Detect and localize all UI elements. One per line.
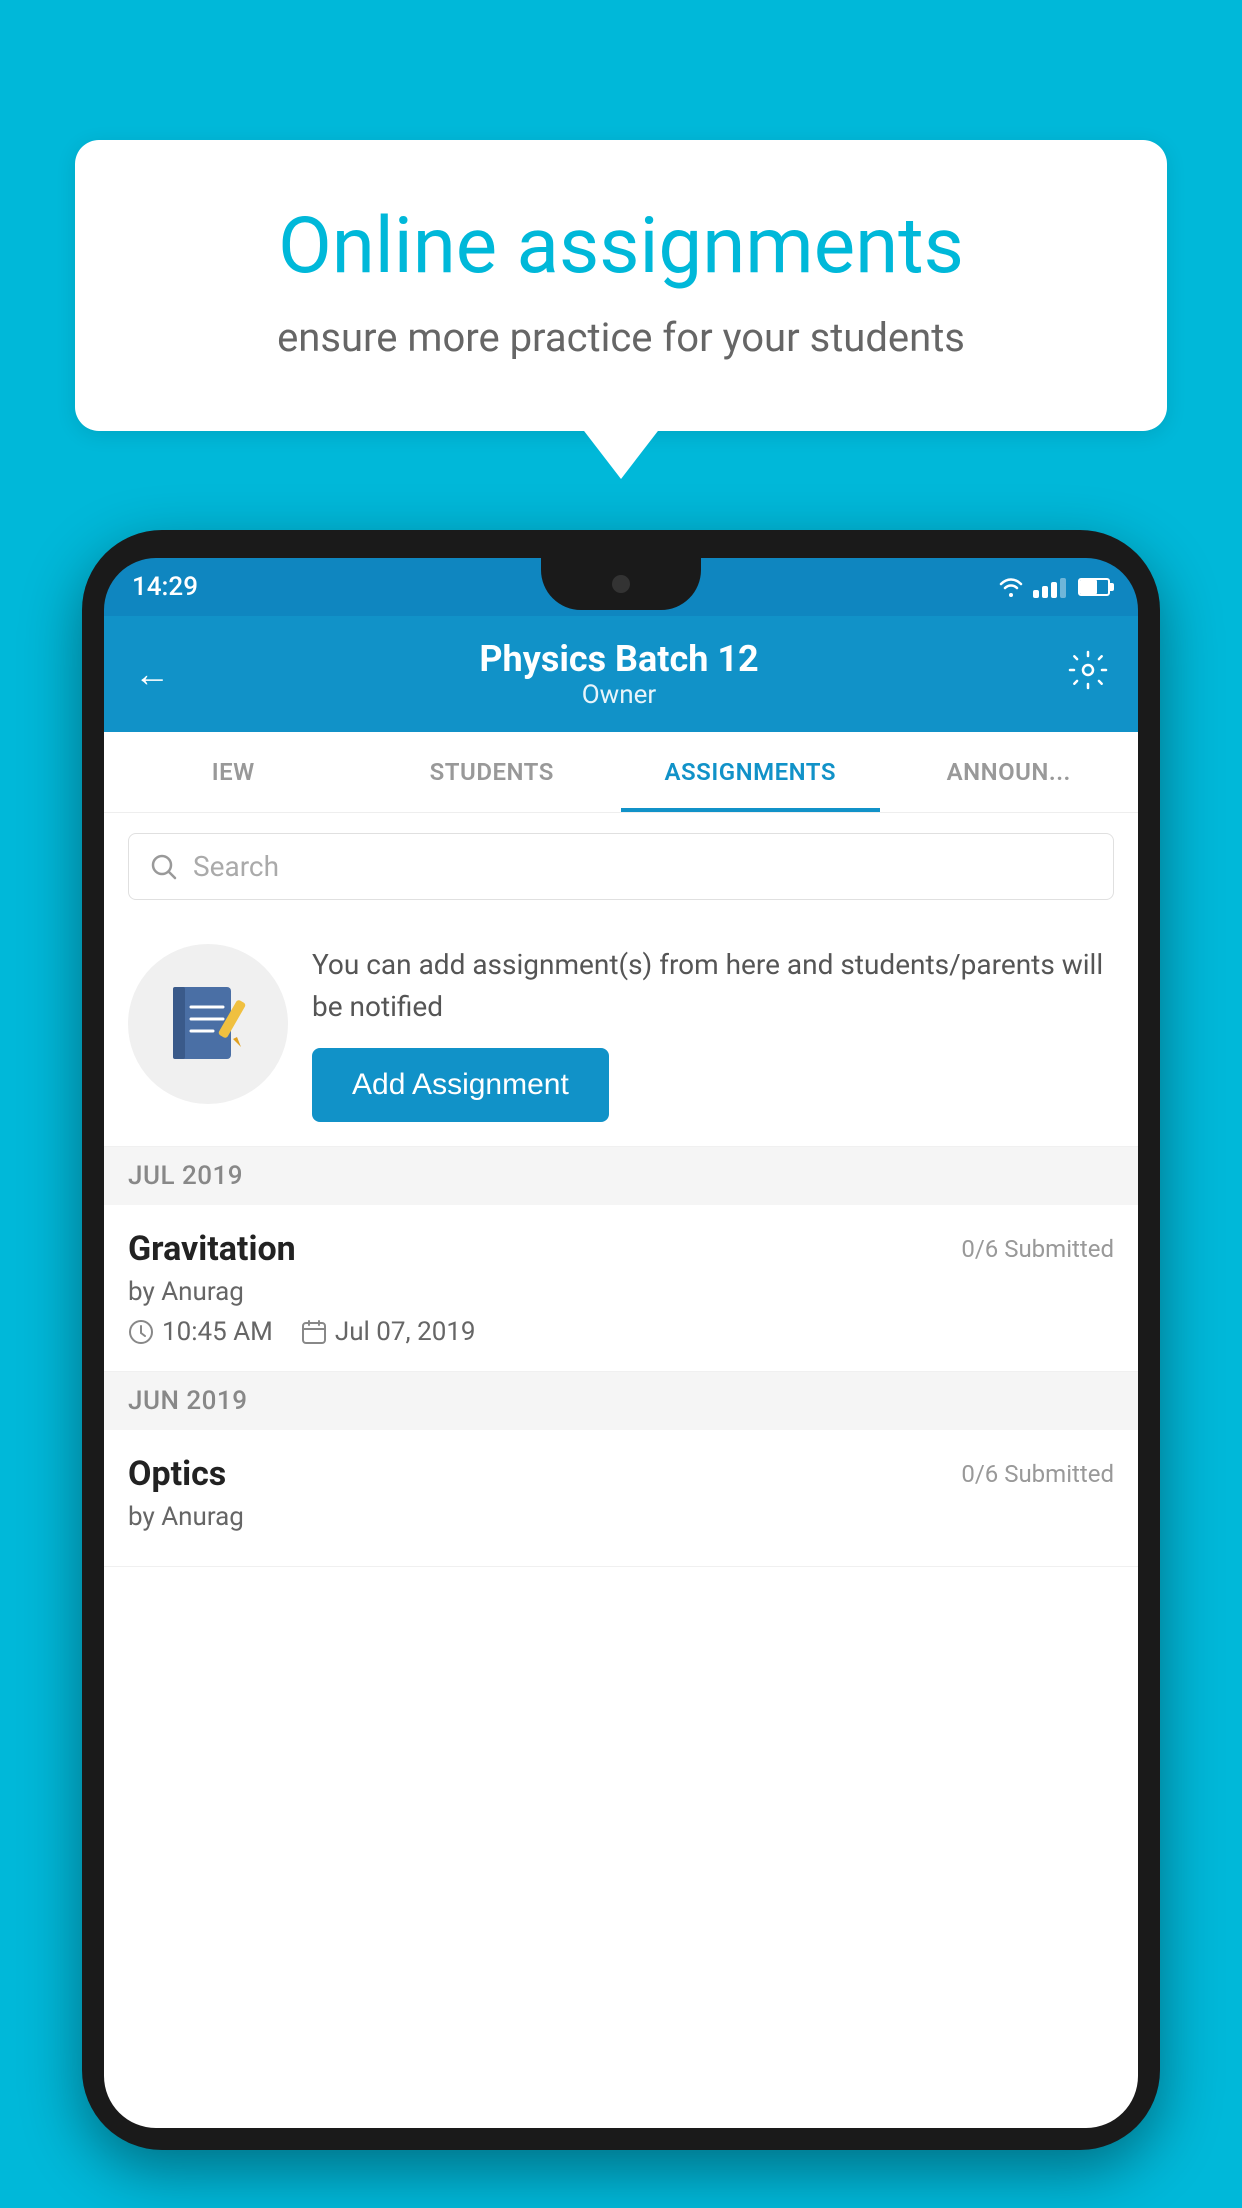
phone-wrapper: 14:29 [82, 530, 1160, 2208]
status-icons [997, 576, 1110, 598]
camera-dot [612, 575, 630, 593]
promo-section: You can add assignment(s) from here and … [104, 920, 1138, 1147]
status-time: 14:29 [132, 572, 198, 602]
assignment-title-optics: Optics [128, 1454, 226, 1494]
assignment-submitted-optics: 0/6 Submitted [961, 1460, 1114, 1488]
assignment-meta: 10:45 AM Jul 07, 2019 [128, 1317, 1114, 1347]
signal-icon [1033, 576, 1066, 598]
assignment-header: Gravitation 0/6 Submitted [128, 1229, 1114, 1269]
tabs-bar: IEW STUDENTS ASSIGNMENTS ANNOUN... [104, 732, 1138, 813]
tab-iew[interactable]: IEW [104, 732, 363, 812]
assignment-by: by Anurag [128, 1277, 1114, 1307]
assignment-by-optics: by Anurag [128, 1502, 1114, 1532]
add-assignment-button[interactable]: Add Assignment [312, 1048, 609, 1122]
speech-bubble: Online assignments ensure more practice … [75, 140, 1167, 431]
notebook-icon [163, 979, 253, 1069]
meta-time: 10:45 AM [128, 1317, 273, 1347]
assignment-item-gravitation[interactable]: Gravitation 0/6 Submitted by Anurag 10:4… [104, 1205, 1138, 1372]
tab-announcements[interactable]: ANNOUN... [880, 732, 1139, 812]
promo-description: You can add assignment(s) from here and … [312, 944, 1114, 1028]
tab-assignments[interactable]: ASSIGNMENTS [621, 732, 880, 812]
assignment-header-optics: Optics 0/6 Submitted [128, 1454, 1114, 1494]
wifi-icon [997, 576, 1025, 598]
status-bar: 14:29 [104, 558, 1138, 616]
search-icon [149, 852, 179, 882]
tab-students[interactable]: STUDENTS [363, 732, 622, 812]
header-subtitle: Owner [479, 680, 758, 710]
back-button[interactable]: ← [134, 653, 170, 695]
meta-date: Jul 07, 2019 [301, 1317, 476, 1347]
assignment-item-optics[interactable]: Optics 0/6 Submitted by Anurag [104, 1430, 1138, 1567]
header-title-area: Physics Batch 12 Owner [479, 638, 758, 710]
promo-text-area: You can add assignment(s) from here and … [312, 944, 1114, 1122]
calendar-icon [301, 1319, 327, 1345]
header-title: Physics Batch 12 [479, 638, 758, 680]
clock-icon [128, 1319, 154, 1345]
screen-content: Search [104, 813, 1138, 1567]
phone-outer: 14:29 [82, 530, 1160, 2150]
assignment-title: Gravitation [128, 1229, 296, 1269]
assignment-submitted: 0/6 Submitted [961, 1235, 1114, 1263]
notch [541, 558, 701, 610]
month-separator-jul: JUL 2019 [104, 1147, 1138, 1205]
search-bar[interactable]: Search [128, 833, 1114, 900]
battery-icon [1078, 578, 1110, 596]
bubble-subtitle: ensure more practice for your students [145, 314, 1097, 361]
month-separator-jun: JUN 2019 [104, 1372, 1138, 1430]
bubble-title: Online assignments [145, 200, 1097, 294]
phone-screen: ← Physics Batch 12 Owner IEW STUDENTS AS… [104, 616, 1138, 2128]
speech-bubble-container: Online assignments ensure more practice … [75, 140, 1167, 431]
app-header: ← Physics Batch 12 Owner [104, 616, 1138, 732]
promo-icon-circle [128, 944, 288, 1104]
search-placeholder: Search [193, 850, 279, 883]
settings-button[interactable] [1068, 650, 1108, 699]
